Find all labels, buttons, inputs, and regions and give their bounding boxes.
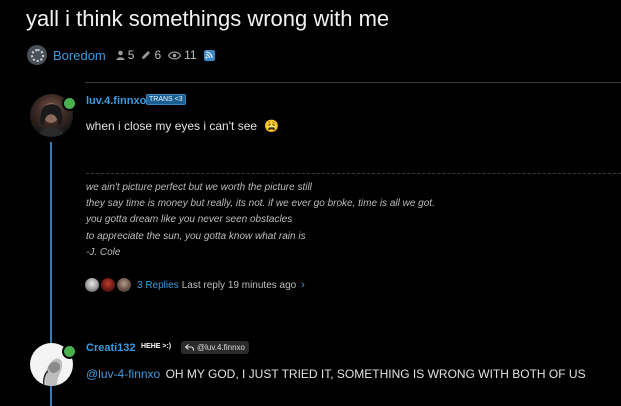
user-flair-badge: TRANS <3 bbox=[146, 94, 186, 105]
weary-face-emoji: 😩 bbox=[264, 119, 280, 133]
signature-line: to appreciate the sun, you gotta know wh… bbox=[86, 230, 306, 242]
user-mention[interactable]: @luv-4-finnxo bbox=[86, 367, 160, 381]
rss-icon[interactable] bbox=[203, 49, 215, 61]
replies-link[interactable]: 3 Replies bbox=[137, 280, 179, 291]
reply-to-tab[interactable]: @luv.4.finnxo bbox=[181, 341, 249, 354]
reply-arrow-icon bbox=[185, 344, 194, 351]
post-author-name[interactable]: luv.4.finnxo bbox=[86, 95, 146, 107]
replies-summary[interactable]: 3 Replies Last reply 19 minutes ago › bbox=[85, 278, 305, 292]
signature-line: we ain't picture perfect but we worth th… bbox=[86, 182, 312, 193]
topic-meta: Boredom 5 6 11 bbox=[27, 45, 215, 65]
signature-line: they say time is money but really, its n… bbox=[86, 198, 435, 210]
eye-icon bbox=[168, 51, 182, 59]
replier-avatar[interactable] bbox=[117, 278, 131, 292]
posters-stat: 5 bbox=[116, 48, 135, 62]
user-signature: we ain't picture perfect but we worth th… bbox=[86, 180, 435, 261]
category-link[interactable]: Boredom bbox=[53, 48, 106, 63]
pencil-icon bbox=[142, 51, 151, 59]
post-text: when i close my eyes i can't see bbox=[86, 119, 258, 133]
posts-count: 6 bbox=[154, 48, 162, 62]
online-indicator bbox=[62, 96, 77, 111]
online-indicator bbox=[62, 344, 77, 359]
posts-stat: 6 bbox=[141, 48, 161, 62]
reply-to-username: @luv.4.finnxo bbox=[197, 343, 245, 352]
chevron-right-icon[interactable]: › bbox=[301, 279, 305, 291]
views-stat: 11 bbox=[168, 48, 197, 62]
posters-count: 5 bbox=[127, 48, 135, 62]
replier-avatar[interactable] bbox=[85, 278, 99, 292]
user-flair-badge: HEHE >:) bbox=[141, 343, 172, 350]
post-text: OH MY GOD, I JUST TRIED IT, SOMETHING IS… bbox=[165, 367, 586, 381]
topic-title: yall i think somethings wrong with me bbox=[26, 6, 390, 31]
category-icon[interactable] bbox=[27, 45, 47, 65]
post-author-name[interactable]: Creati132 bbox=[86, 342, 136, 354]
header-divider bbox=[85, 82, 621, 83]
last-reply-time: Last reply 19 minutes ago bbox=[181, 279, 297, 291]
signature-line: you gotta dream like you never seen obst… bbox=[86, 214, 293, 226]
views-count: 11 bbox=[184, 48, 197, 62]
post-body: when i close my eyes i can't see 😩 bbox=[86, 119, 279, 133]
replier-avatar[interactable] bbox=[101, 278, 115, 292]
post-body: @luv-4-finnxo OH MY GOD, I JUST TRIED IT… bbox=[86, 367, 586, 381]
signature-divider bbox=[86, 173, 621, 174]
user-icon bbox=[116, 50, 125, 60]
signature-line: -J. Cole bbox=[86, 246, 121, 258]
